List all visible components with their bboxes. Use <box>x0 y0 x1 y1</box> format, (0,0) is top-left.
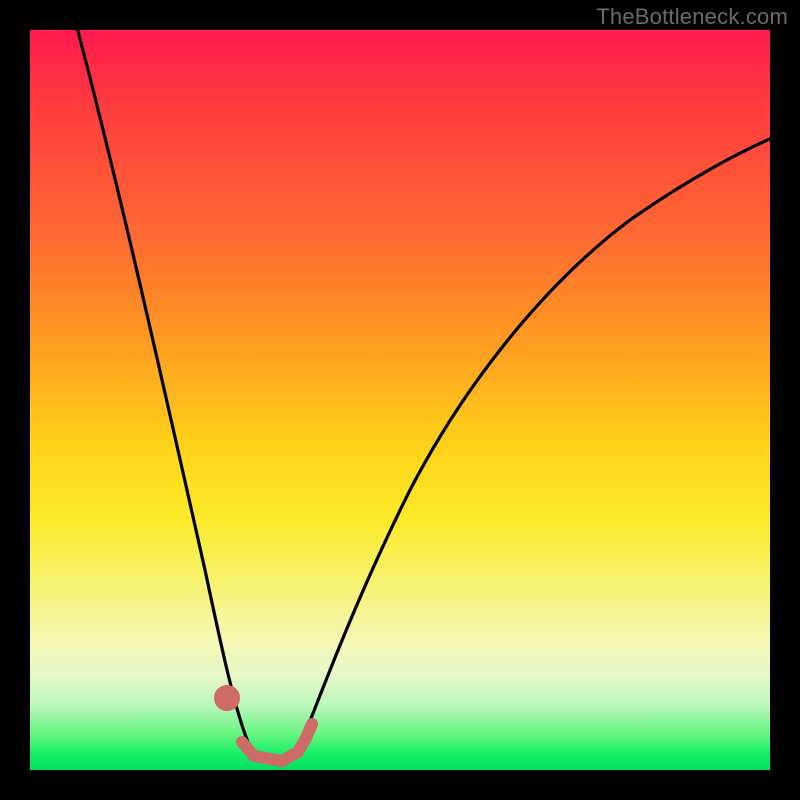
flat-region-markers <box>220 691 312 761</box>
chart-frame: TheBottleneck.com <box>0 0 800 800</box>
curve-svg <box>30 30 770 770</box>
plot-area <box>30 30 770 770</box>
bottleneck-curve-path <box>75 30 770 760</box>
watermark-text: TheBottleneck.com <box>596 4 788 30</box>
